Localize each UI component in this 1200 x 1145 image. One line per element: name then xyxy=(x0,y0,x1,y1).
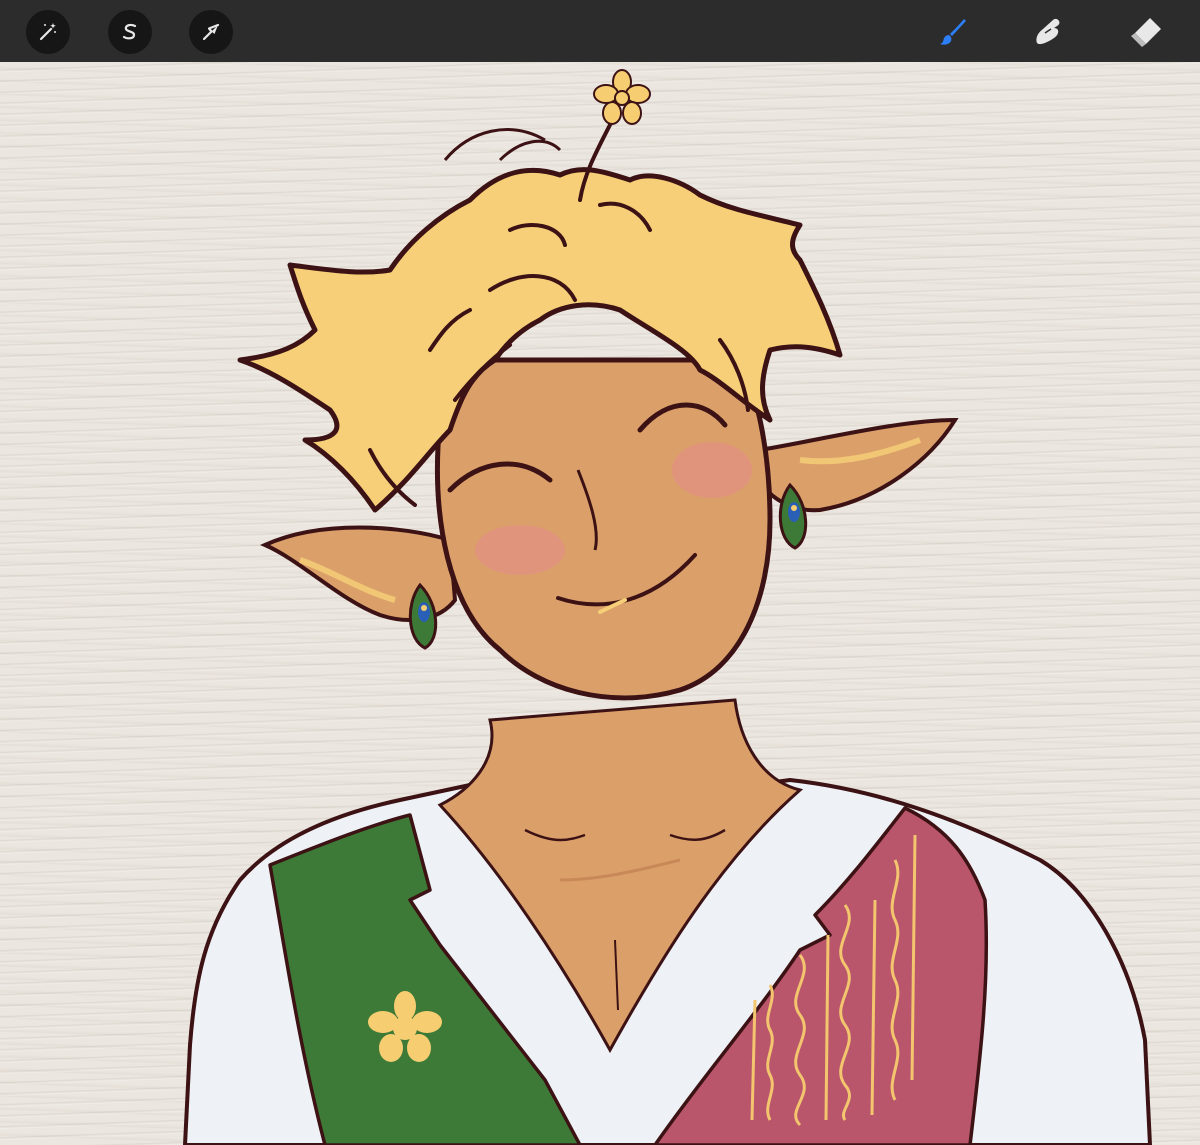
brush-tool-button[interactable] xyxy=(931,10,975,54)
selection-button[interactable] xyxy=(108,10,152,54)
selection-s-icon xyxy=(122,23,137,40)
drawing-canvas[interactable] xyxy=(0,62,1200,1145)
magic-wand-icon xyxy=(39,23,56,41)
top-toolbar xyxy=(0,0,1200,62)
eraser-tool-button[interactable] xyxy=(1124,10,1168,54)
eraser-icon xyxy=(1131,18,1161,47)
brush-icon xyxy=(940,19,966,45)
transform-button[interactable] xyxy=(189,10,233,54)
adjustments-button[interactable] xyxy=(26,10,70,54)
smudge-finger-icon xyxy=(1036,18,1060,45)
smudge-tool-button[interactable] xyxy=(1026,10,1070,54)
face xyxy=(435,357,773,701)
hair-flower-icon xyxy=(593,69,651,125)
arrow-cursor-icon xyxy=(202,23,220,41)
character-artwork xyxy=(183,69,1152,1145)
